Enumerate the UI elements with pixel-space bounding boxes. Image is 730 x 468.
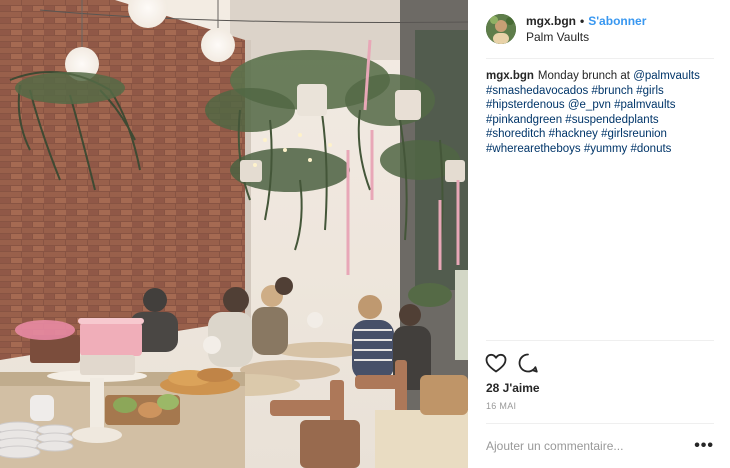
hashtag-link[interactable]: #hipsterdenous (486, 99, 565, 111)
follow-button[interactable]: S'abonner (588, 13, 646, 29)
hashtag-link[interactable]: #suspendedplants (565, 114, 658, 126)
header-text: mgx.bgn • S'abonner Palm Vaults (526, 13, 646, 45)
post-sidebar: mgx.bgn • S'abonner Palm Vaults mgx.bgn M… (468, 0, 730, 468)
separator-dot: • (580, 14, 585, 28)
comment-input[interactable] (486, 439, 695, 453)
cafe-interior-image (0, 0, 468, 468)
username-link[interactable]: mgx.bgn (526, 13, 576, 29)
hashtag-link[interactable]: #palmvaults (614, 99, 675, 111)
hashtag-link[interactable]: #girls (636, 85, 663, 97)
post-header: mgx.bgn • S'abonner Palm Vaults (468, 0, 730, 46)
more-options-icon[interactable]: ••• (694, 437, 714, 455)
comment-icon[interactable] (516, 351, 540, 375)
hashtag-link[interactable]: #brunch (592, 85, 634, 97)
post-caption: mgx.bgn Monday brunch at @palmvaults #sma… (468, 59, 730, 157)
caption-username-link[interactable]: mgx.bgn (486, 70, 534, 82)
hashtag-link[interactable]: #wherearetheboys (486, 143, 581, 155)
heart-icon[interactable] (484, 351, 508, 375)
comment-bar: ••• (468, 424, 730, 468)
location-link[interactable]: Palm Vaults (526, 29, 646, 45)
avatar-image (486, 14, 516, 44)
caption-mention-link[interactable]: @palmvaults (633, 70, 700, 82)
hashtag-link[interactable]: #smashedavocados (486, 85, 588, 97)
instagram-post: mgx.bgn • S'abonner Palm Vaults mgx.bgn M… (0, 0, 730, 468)
avatar[interactable] (486, 14, 516, 44)
post-date: 16 MAI (486, 401, 517, 411)
caption-text: Monday brunch at (537, 70, 630, 82)
hashtag-link[interactable]: #hackney (549, 128, 598, 140)
hashtag-link[interactable]: #girlsreunion (601, 128, 667, 140)
post-photo[interactable] (0, 0, 468, 468)
action-bar (468, 341, 730, 377)
likes-count[interactable]: 28 J'aime (468, 377, 730, 395)
comments-area (468, 157, 730, 340)
mention-link[interactable]: @e_pvn (568, 99, 611, 111)
hashtag-link[interactable]: #pinkandgreen (486, 114, 562, 126)
hashtag-link[interactable]: #shoreditch (486, 128, 545, 140)
hashtag-link[interactable]: #donuts (630, 143, 671, 155)
header-top-row: mgx.bgn • S'abonner (526, 13, 646, 29)
hashtag-link[interactable]: #yummy (584, 143, 627, 155)
